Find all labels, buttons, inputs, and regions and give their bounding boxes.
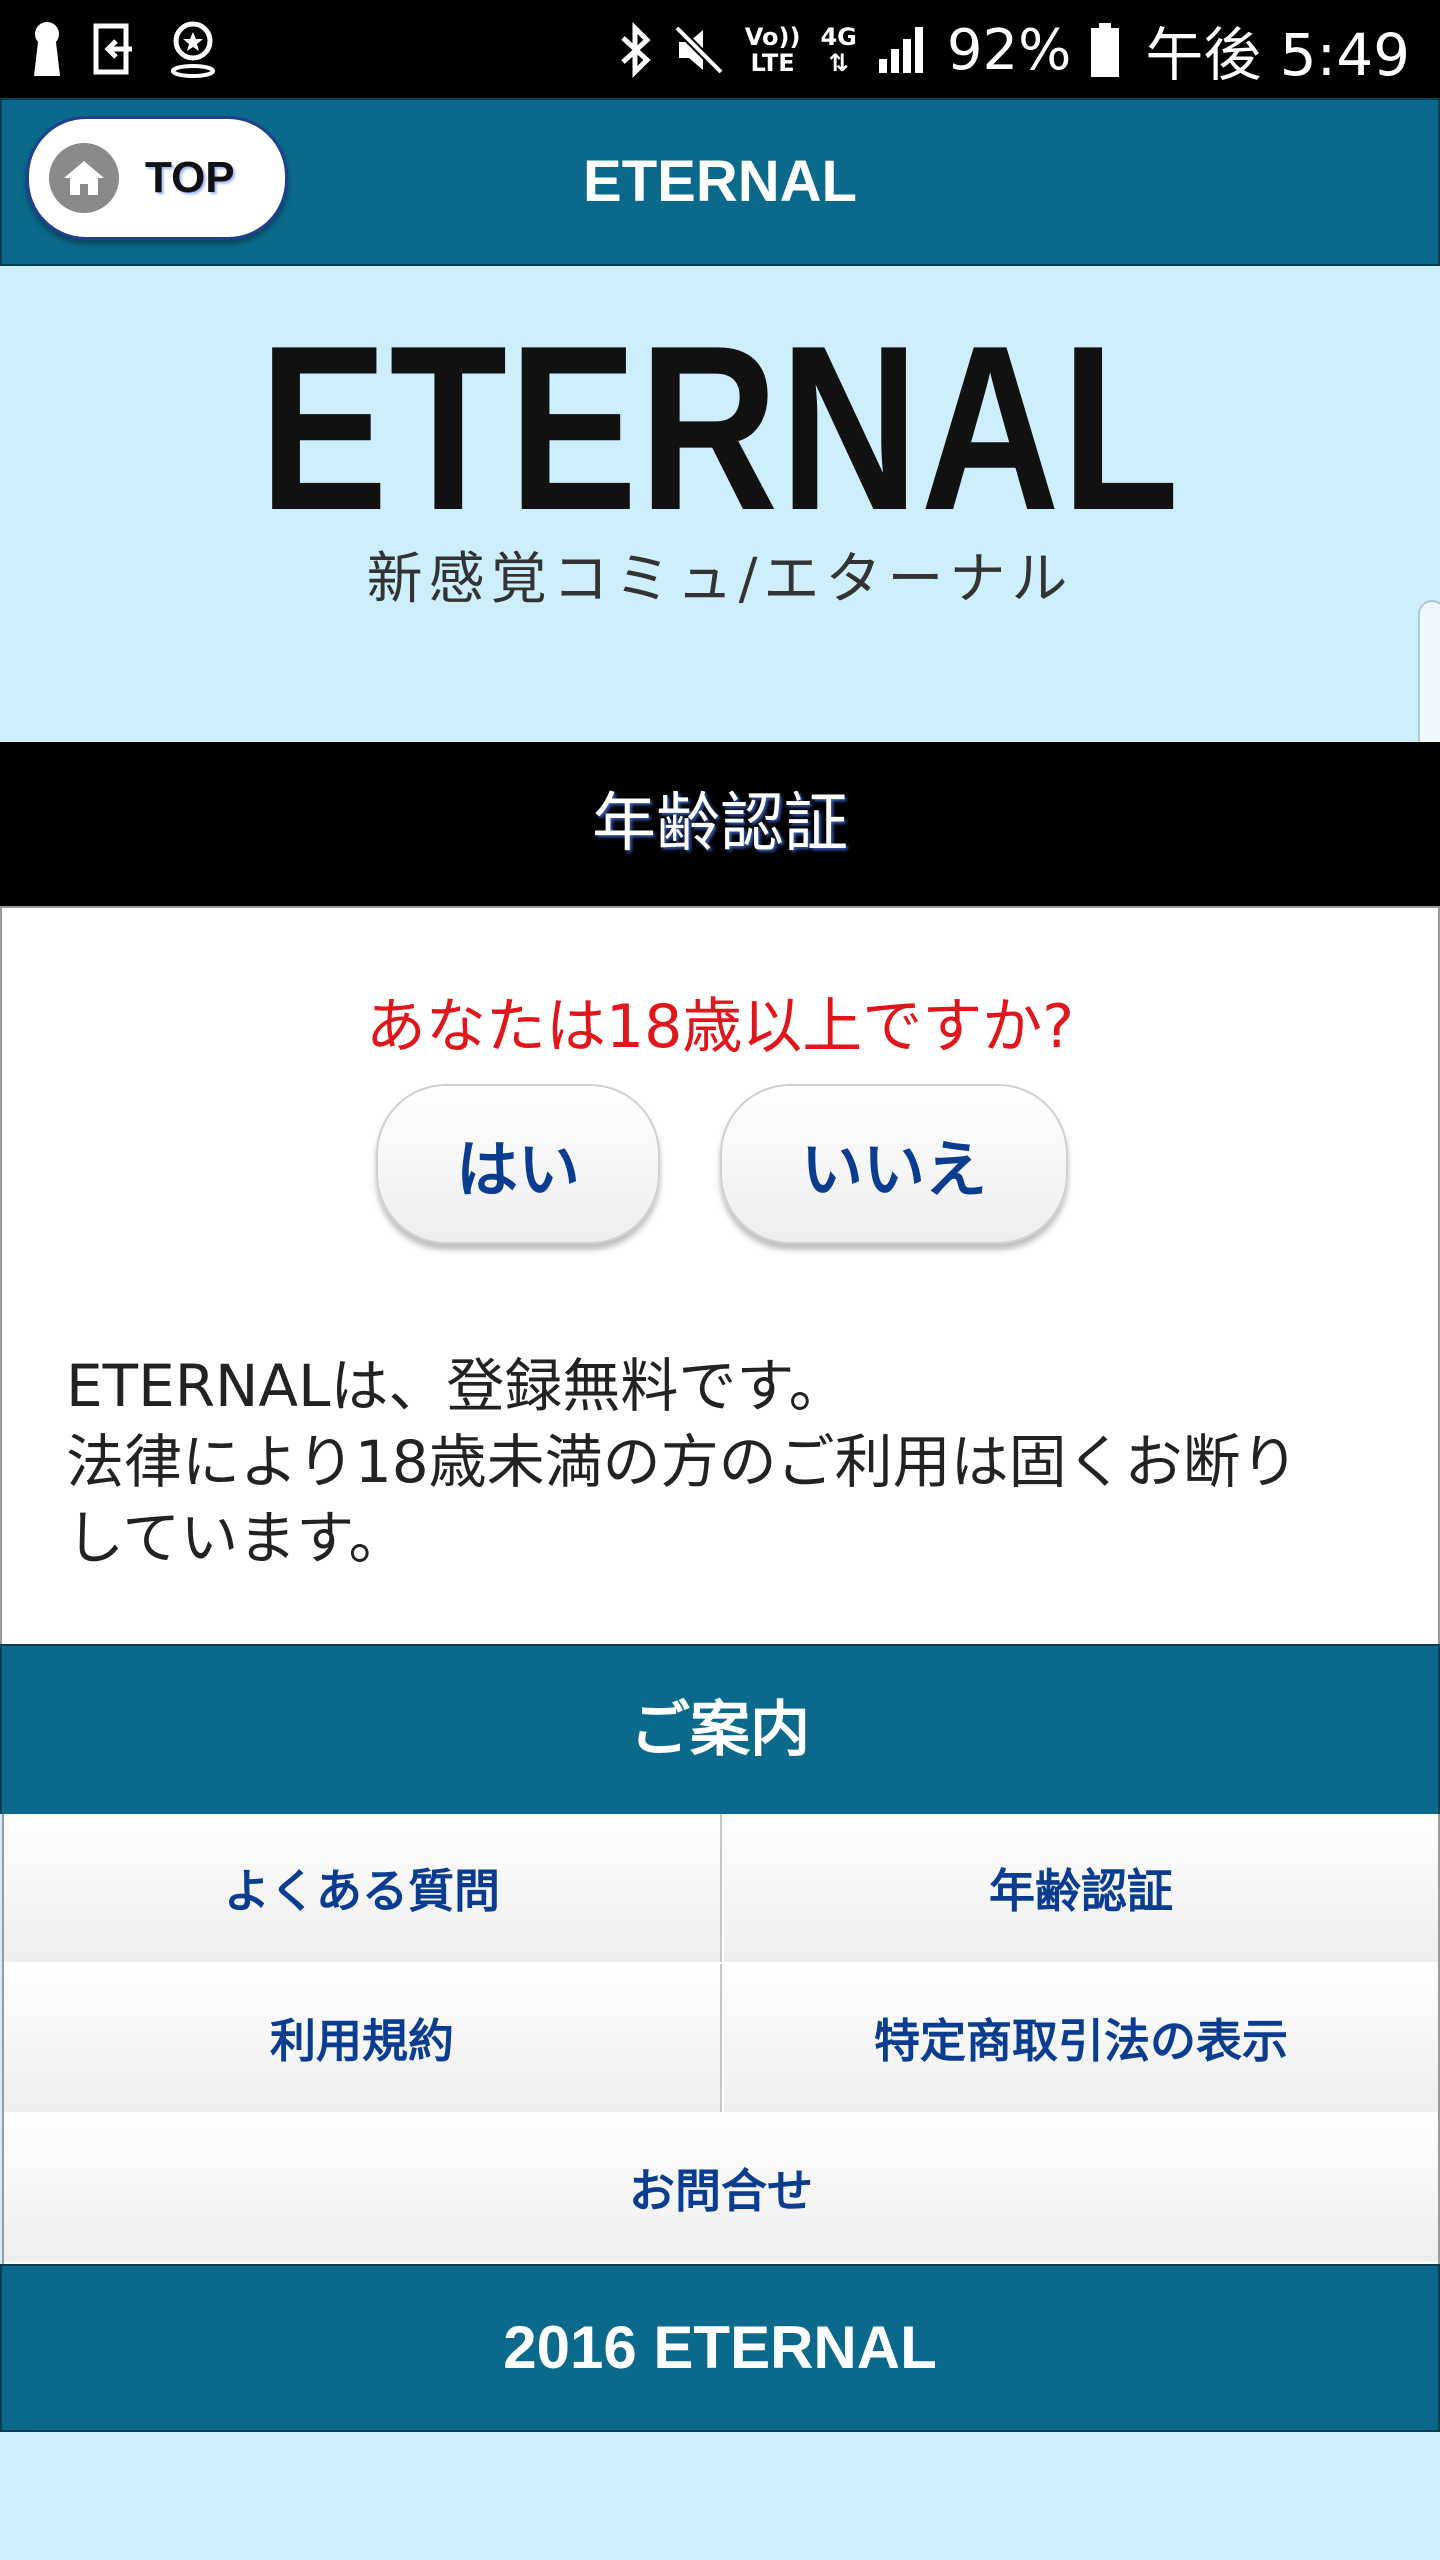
info-links: よくある質問 年齢認証 利用規約 特定商取引法の表示 お問合せ — [2, 1814, 1440, 2266]
network-indicator: 4G ⇅ — [820, 24, 856, 76]
site-header: ETERNAL TOP — [0, 98, 1440, 266]
volte-bottom-label: LTE — [750, 49, 795, 77]
age-verification-panel: あなたは18歳以上ですか? はい いいえ ETERNALは、登録無料です。 法律… — [0, 906, 1440, 1646]
volte-indicator: Vo)) LTE — [745, 24, 801, 76]
age-question: あなたは18歳以上ですか? — [365, 992, 1075, 1062]
logo-text: ETERNAL — [259, 296, 1181, 559]
location-star-icon — [171, 21, 215, 78]
notice-text: ETERNALは、登録無料です。 法律により18歳未満の方のご利用は固くお断り … — [66, 1348, 1396, 1576]
footer-copyright: 2016 ETERNAL — [0, 2264, 1440, 2432]
logo-subtitle: 新感覚コミュ/エターナル — [366, 547, 1074, 612]
contact-link[interactable]: お問合せ — [4, 2114, 1438, 2262]
no-button[interactable]: いいえ — [720, 1084, 1068, 1244]
bluetooth-icon — [621, 22, 651, 78]
age-verification-title: 年齢認証 — [0, 742, 1440, 906]
notice-line: ETERNALは、登録無料です。 — [66, 1352, 847, 1420]
terms-link[interactable]: 利用規約 — [4, 1964, 722, 2112]
signal-icon — [878, 27, 923, 73]
home-icon — [49, 143, 119, 213]
faq-link[interactable]: よくある質問 — [4, 1814, 722, 1962]
data-arrows-icon: ⇅ — [828, 49, 849, 77]
info-section-title: ご案内 — [0, 1644, 1440, 1814]
mute-icon — [673, 25, 724, 75]
commercial-law-link[interactable]: 特定商取引法の表示 — [724, 1964, 1438, 2112]
age-verification-link[interactable]: 年齢認証 — [724, 1814, 1438, 1962]
top-button[interactable]: TOP — [26, 116, 288, 240]
notice-line: しています。 — [66, 1504, 407, 1572]
notice-line: 法律により18歳未満の方のご利用は固くお断り — [66, 1428, 1299, 1496]
yes-button[interactable]: はい — [376, 1084, 660, 1244]
status-bar: Vo)) LTE 4G ⇅ 92% 午後 5:49 — [0, 0, 1440, 98]
battery-percent: 92% — [946, 17, 1072, 83]
volte-top-label: Vo)) — [744, 23, 801, 51]
logo-banner: ETERNAL 新感覚コミュ/エターナル — [0, 264, 1440, 742]
top-button-label: TOP — [145, 153, 235, 202]
keyhole-icon — [34, 22, 60, 76]
network-type-label: 4G — [820, 23, 857, 51]
exit-icon — [93, 23, 132, 75]
clock: 午後 5:49 — [1145, 21, 1410, 89]
battery-icon — [1091, 23, 1120, 77]
